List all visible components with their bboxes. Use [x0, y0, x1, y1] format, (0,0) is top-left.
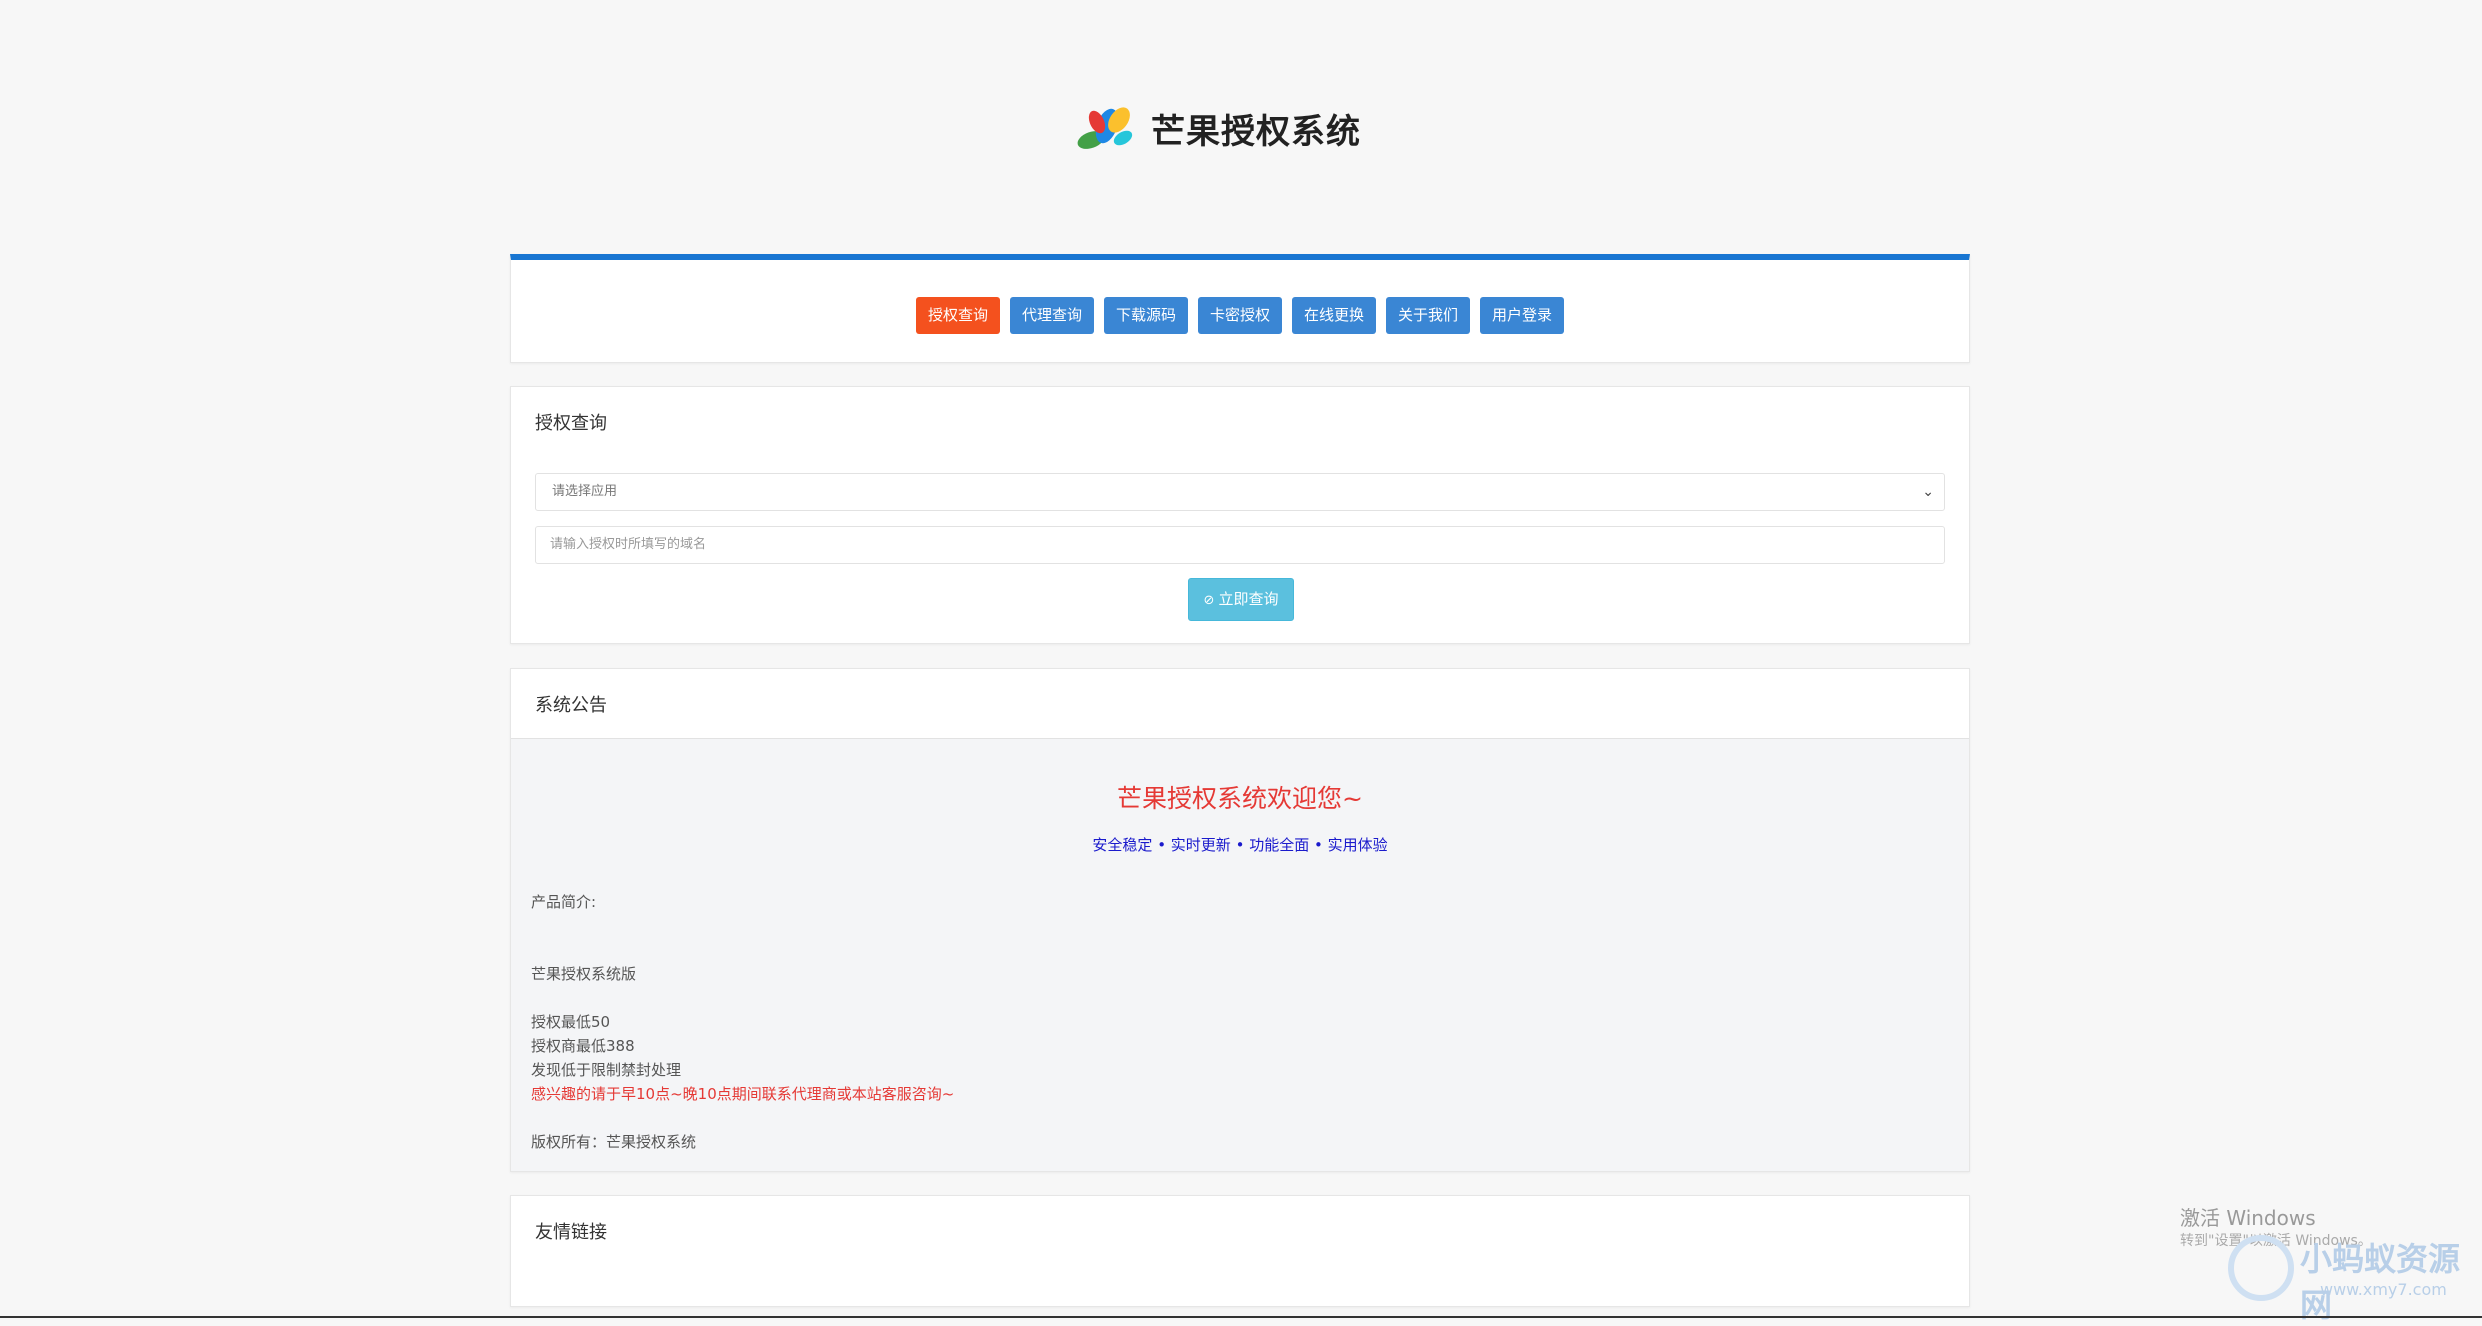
- app-select[interactable]: 请选择应用 ⌄: [535, 473, 1945, 511]
- nav-panel: 授权查询 代理查询 下载源码 卡密授权 在线更换 关于我们 用户登录: [510, 254, 1970, 363]
- query-submit-label: 立即查询: [1218, 590, 1279, 608]
- notice-edition: 芒果授权系统版: [531, 965, 637, 983]
- main-nav: 授权查询 代理查询 下载源码 卡密授权 在线更换 关于我们 用户登录: [511, 297, 1969, 334]
- chevron-down-icon: ⌄: [1922, 484, 1934, 500]
- query-submit-button[interactable]: ⊘ 立即查询: [1188, 578, 1294, 621]
- notice-contact: 感兴趣的请于早10点~晚10点期间联系代理商或本站客服咨询~: [531, 1085, 955, 1103]
- query-panel-title: 授权查询: [535, 413, 607, 434]
- nav-download-source-button[interactable]: 下载源码: [1103, 297, 1188, 334]
- site-logo[interactable]: 芒果授权系统: [1075, 100, 1361, 156]
- friend-links-panel: 友情链接: [510, 1195, 1970, 1307]
- site-watermark-url: www.xmy7.com: [2320, 1280, 2447, 1299]
- links-panel-title: 友情链接: [535, 1222, 607, 1243]
- domain-input[interactable]: 请输入授权时所填写的域名: [535, 526, 1945, 564]
- notice-agent-min: 授权商最低388: [531, 1037, 635, 1055]
- notice-tagline: 安全稳定 • 实时更新 • 功能全面 • 实用体验: [1092, 836, 1388, 854]
- app-select-value: 请选择应用: [552, 484, 618, 499]
- notice-header: 系统公告: [511, 669, 1969, 739]
- notice-panel: 系统公告 芒果授权系统欢迎您~ 安全稳定 • 实时更新 • 功能全面 • 实用体…: [510, 668, 1970, 1172]
- notice-panel-title: 系统公告: [535, 695, 607, 716]
- notice-intro-label: 产品简介:: [531, 893, 597, 911]
- nav-card-auth-button[interactable]: 卡密授权: [1197, 297, 1282, 334]
- windows-activation-title: 激活 Windows: [2180, 1206, 2316, 1230]
- notice-body: 芒果授权系统欢迎您~ 安全稳定 • 实时更新 • 功能全面 • 实用体验 产品简…: [511, 739, 1969, 1171]
- nav-login-button[interactable]: 用户登录: [1480, 297, 1565, 334]
- nav-online-change-button[interactable]: 在线更换: [1292, 297, 1377, 334]
- nav-about-button[interactable]: 关于我们: [1386, 297, 1471, 334]
- mango-logo-icon: [1077, 107, 1133, 149]
- notice-copyright: 版权所有：芒果授权系统: [531, 1133, 697, 1151]
- auth-query-panel: 授权查询 请选择应用 ⌄ 请输入授权时所填写的域名 ⊘ 立即查询: [510, 386, 1970, 644]
- domain-input-placeholder: 请输入授权时所填写的域名: [550, 537, 707, 552]
- check-circle-icon: ⊘: [1203, 593, 1215, 608]
- nav-agent-query-button[interactable]: 代理查询: [1009, 297, 1094, 334]
- site-title: 芒果授权系统: [1151, 111, 1361, 152]
- notice-policy: 发现低于限制禁封处理: [531, 1061, 682, 1079]
- notice-price-min: 授权最低50: [531, 1013, 611, 1031]
- notice-welcome: 芒果授权系统欢迎您~: [1117, 784, 1363, 813]
- site-watermark-icon: [2228, 1235, 2294, 1301]
- nav-auth-query-button[interactable]: 授权查询: [915, 297, 1000, 334]
